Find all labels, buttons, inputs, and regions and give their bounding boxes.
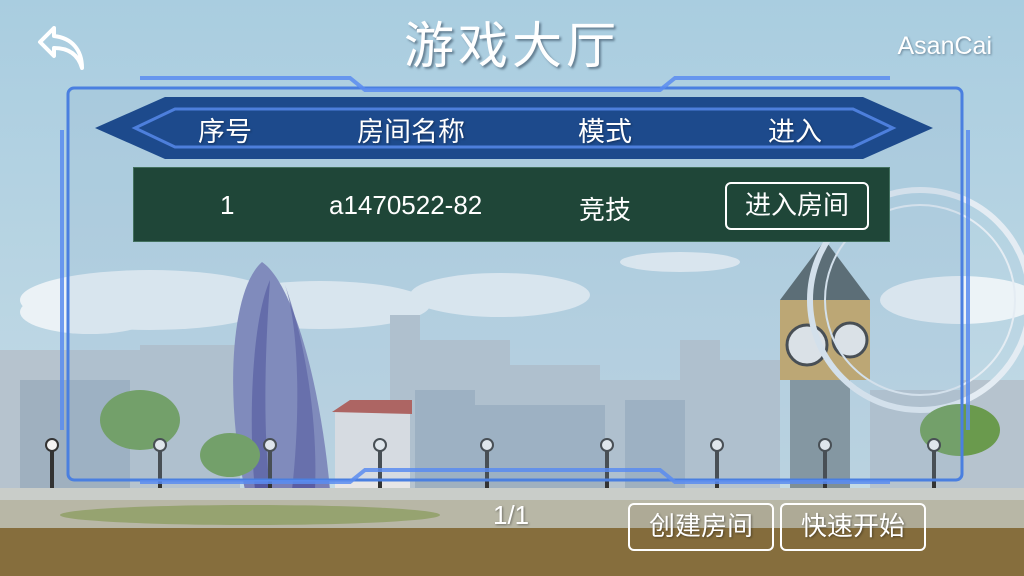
username-label: AsanCai — [897, 32, 993, 60]
create-room-button[interactable]: 创建房间 — [628, 503, 774, 551]
page-indicator: 1/1 — [493, 500, 530, 530]
room-name: a1470522-82 — [329, 190, 483, 220]
column-header-room-name: 房间名称 — [357, 117, 465, 148]
room-mode: 竞技 — [579, 196, 632, 226]
page-title: 游戏大厅 — [404, 17, 620, 75]
quick-start-button[interactable]: 快速开始 — [780, 503, 926, 551]
column-header-join: 进入 — [768, 117, 822, 148]
column-header-mode: 模式 — [578, 117, 632, 148]
room-index: 1 — [220, 190, 235, 220]
join-room-button[interactable]: 进入房间 — [725, 182, 869, 230]
column-header-index: 序号 — [198, 117, 252, 148]
room-row: 1 a1470522-82 竞技 进入房间 — [133, 167, 890, 242]
